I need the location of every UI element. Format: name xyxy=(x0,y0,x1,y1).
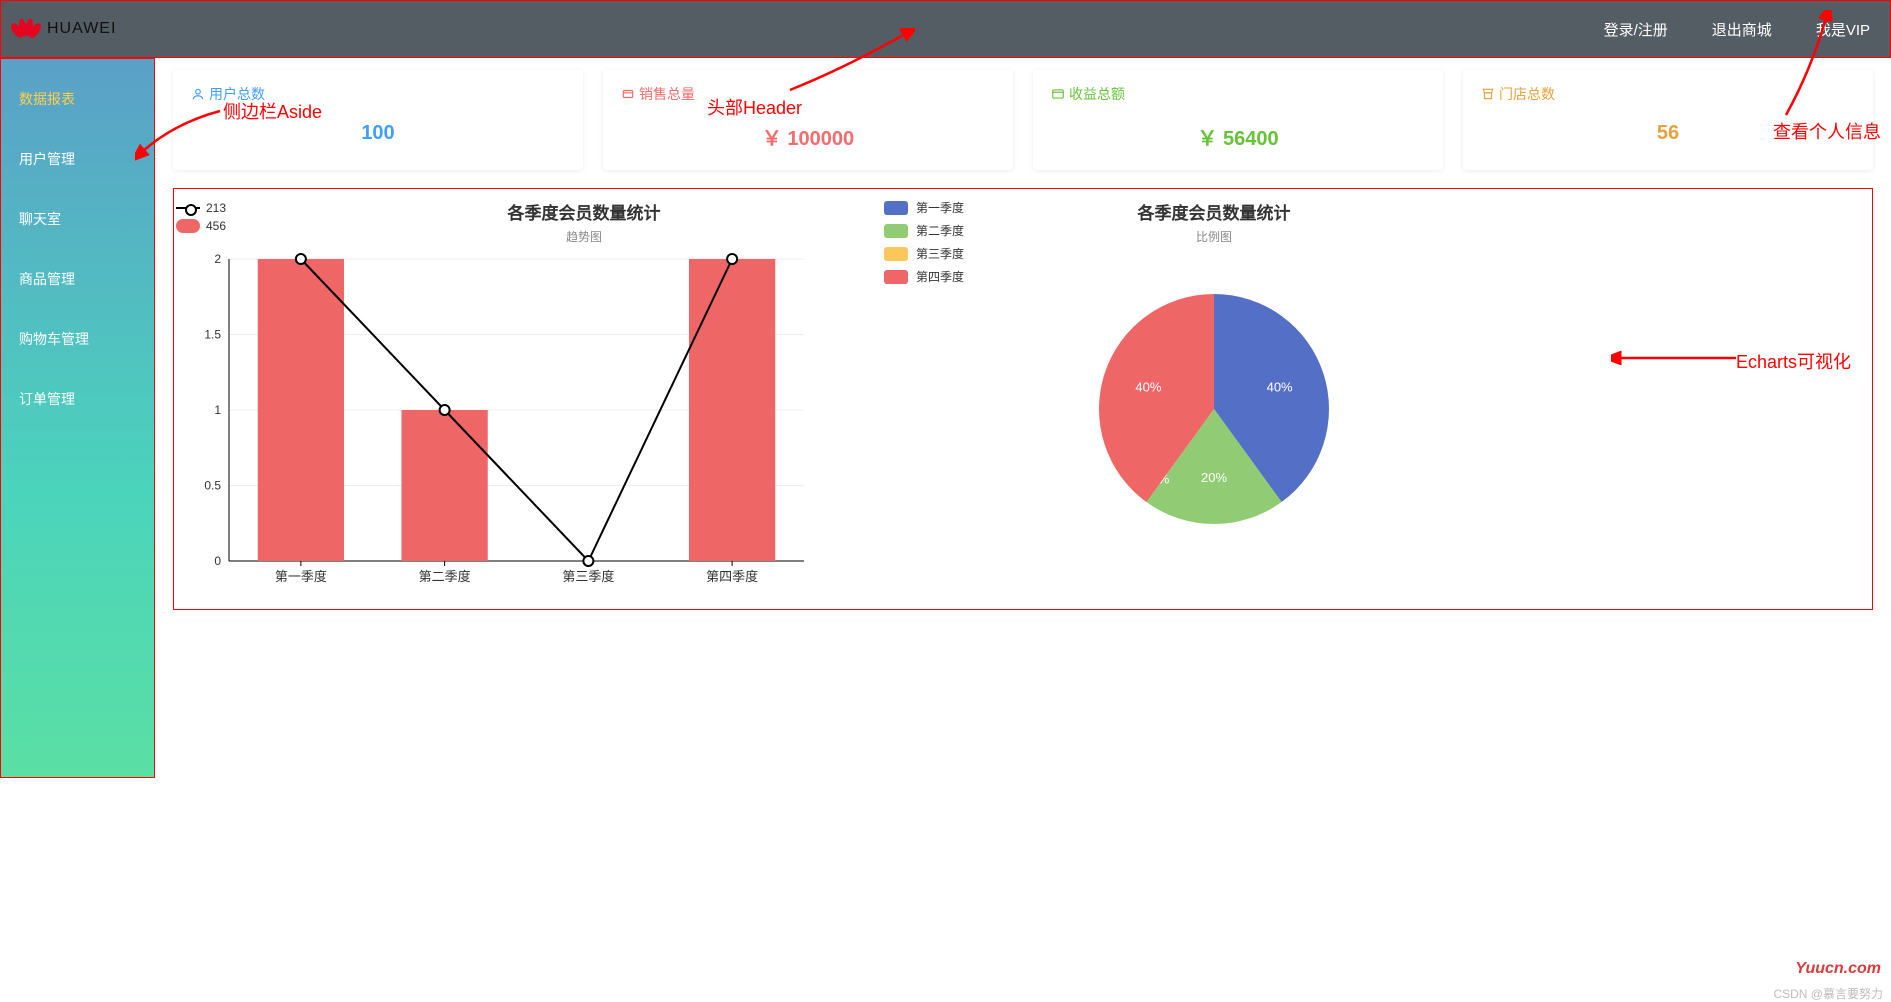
card-users-value: 100 xyxy=(191,122,565,145)
sidebar-item-reports[interactable]: 数据报表 xyxy=(1,69,154,129)
csdn-credit: CSDN @慕言要努力 xyxy=(1773,985,1883,1002)
header: HUAWEI 登录/注册 退出商城 我是VIP xyxy=(0,0,1891,58)
card-stores: 门店总数 56 xyxy=(1463,70,1873,170)
sidebar-item-orders[interactable]: 订单管理 xyxy=(1,369,154,429)
exit-link[interactable]: 退出商城 xyxy=(1712,19,1772,40)
svg-text:1: 1 xyxy=(214,403,221,417)
svg-text:第三季度: 第三季度 xyxy=(562,569,614,584)
card-sales-value: ￥ 100000 xyxy=(621,122,995,151)
svg-text:0.5: 0.5 xyxy=(204,479,221,493)
legend-q3-swatch xyxy=(884,247,908,261)
sidebar-item-chat[interactable]: 聊天室 xyxy=(1,189,154,249)
watermark: Yuucn.com xyxy=(1795,960,1881,978)
card-sales: 销售总量 ￥ 100000 xyxy=(603,70,1013,170)
pie-legend: 第一季度 第二季度 第三季度 第四季度 xyxy=(884,199,964,291)
legend-q2-label: 第二季度 xyxy=(916,222,964,239)
sell-icon xyxy=(621,87,635,101)
svg-text:第一季度: 第一季度 xyxy=(275,569,327,584)
legend-q1-swatch xyxy=(884,201,908,215)
chart-row: 213 456 各季度会员数量统计 趋势图 00.511.52第一季度第二季度第… xyxy=(173,188,1873,610)
bar-chart: 213 456 各季度会员数量统计 趋势图 00.511.52第一季度第二季度第… xyxy=(174,189,994,609)
legend-q1-label: 第一季度 xyxy=(916,199,964,216)
legend-q2-swatch xyxy=(884,224,908,238)
pie-title: 各季度会员数量统计 xyxy=(1034,199,1394,224)
card-profit: 收益总额 ￥ 56400 xyxy=(1033,70,1443,170)
user-icon xyxy=(191,87,205,101)
brand-text: HUAWEI xyxy=(47,20,116,38)
legend-q4-swatch xyxy=(884,270,908,284)
svg-text:40%: 40% xyxy=(1267,380,1293,395)
pie-svg: 40%20%0%40% xyxy=(1034,249,1394,579)
card-sales-title: 销售总量 xyxy=(639,84,695,104)
bar-svg: 00.511.52第一季度第二季度第三季度第四季度 xyxy=(174,189,994,609)
card-profit-title: 收益总额 xyxy=(1069,84,1125,104)
legend-q3-label: 第三季度 xyxy=(916,245,964,262)
vip-link[interactable]: 我是VIP xyxy=(1816,19,1870,40)
login-link[interactable]: 登录/注册 xyxy=(1604,19,1668,40)
card-stores-value: 56 xyxy=(1481,122,1855,145)
huawei-icon xyxy=(11,17,41,41)
svg-text:2: 2 xyxy=(214,252,221,266)
svg-text:1.5: 1.5 xyxy=(204,328,221,342)
svg-text:20%: 20% xyxy=(1201,470,1227,485)
brand-logo: HUAWEI xyxy=(11,17,116,41)
card-users-title: 用户总数 xyxy=(209,84,265,104)
header-right: 登录/注册 退出商城 我是VIP xyxy=(1604,19,1870,40)
legend-q4-label: 第四季度 xyxy=(916,268,964,285)
shop-icon xyxy=(1481,87,1495,101)
card-profit-value: ￥ 56400 xyxy=(1051,122,1425,151)
card-stores-title: 门店总数 xyxy=(1499,84,1555,104)
main-content: 用户总数 100 销售总量 ￥ 100000 收益总额 ￥ 56400 门店总数… xyxy=(155,58,1891,778)
sidebar-item-products[interactable]: 商品管理 xyxy=(1,249,154,309)
card-users: 用户总数 100 xyxy=(173,70,583,170)
svg-text:40%: 40% xyxy=(1135,380,1161,395)
sidebar: 数据报表 用户管理 聊天室 商品管理 购物车管理 订单管理 xyxy=(0,58,155,778)
svg-text:第四季度: 第四季度 xyxy=(706,569,758,584)
money-icon xyxy=(1051,87,1065,101)
sidebar-item-cart[interactable]: 购物车管理 xyxy=(1,309,154,369)
stat-cards: 用户总数 100 销售总量 ￥ 100000 收益总额 ￥ 56400 门店总数… xyxy=(173,70,1873,170)
sidebar-item-users[interactable]: 用户管理 xyxy=(1,129,154,189)
pie-subtitle: 比例图 xyxy=(1034,228,1394,245)
svg-text:第二季度: 第二季度 xyxy=(419,569,471,584)
svg-text:0: 0 xyxy=(214,554,221,568)
pie-chart: 各季度会员数量统计 比例图 40%20%0%40% xyxy=(1034,189,1394,609)
